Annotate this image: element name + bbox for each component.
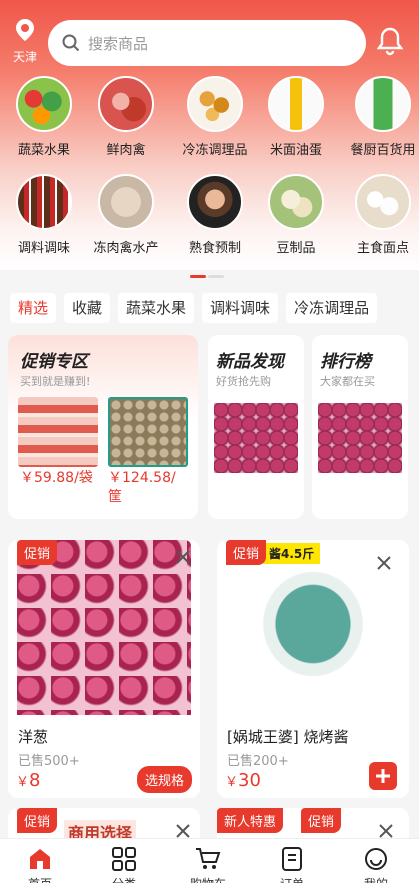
tofu-icon — [268, 174, 324, 230]
onion-image — [318, 403, 402, 473]
search-placeholder: 搜索商品 — [88, 34, 149, 53]
rice-oil-icon — [268, 76, 324, 132]
nav-cart[interactable]: 购物车 — [168, 847, 248, 883]
chip-frozen-food[interactable]: 冷冻调理品 — [286, 293, 378, 323]
new-items-subtitle: 好货抢先购 — [216, 375, 271, 388]
pork-belly-image[interactable] — [18, 397, 98, 467]
ranking-card[interactable]: 排行榜 大家都在买 — [312, 335, 408, 519]
category-rice-oil[interactable]: 米面油蛋 — [246, 76, 346, 158]
location-selector[interactable]: 天津 — [8, 18, 42, 65]
promo-price-1: ￥59.88/袋 — [20, 470, 93, 486]
smile-icon — [365, 848, 387, 870]
chip-vegetables-fruits[interactable]: 蔬菜水果 — [118, 293, 195, 323]
page-indicator — [190, 275, 226, 279]
promo-tag: 促销 — [226, 540, 267, 565]
nav-category[interactable]: 分类 — [84, 847, 164, 883]
chip-featured[interactable]: 精选 — [10, 293, 57, 323]
product-name: 洋葱 — [18, 728, 49, 746]
bell-icon[interactable] — [377, 26, 403, 56]
frozen-food-icon — [187, 76, 243, 132]
category-frozen-meat[interactable]: 冻肉禽水产 — [76, 174, 176, 256]
close-icon[interactable] — [174, 548, 192, 566]
vegetables-fruits-icon — [16, 76, 72, 132]
nav-orders[interactable]: 订单 — [252, 847, 332, 883]
product-name: [娲城王婆] 烧烤酱 — [227, 728, 349, 746]
chip-seasoning[interactable]: 调料调味 — [202, 293, 279, 323]
weight-banner: 酱4.5斤 — [263, 543, 321, 564]
category-fresh-meat[interactable]: 鲜肉禽 — [76, 76, 176, 158]
promo-tag: 促销 — [17, 808, 58, 833]
close-icon[interactable] — [377, 822, 395, 840]
close-icon[interactable] — [174, 822, 192, 840]
kitchen-goods-icon — [355, 76, 411, 132]
chip-favorites[interactable]: 收藏 — [64, 293, 111, 323]
promo-subtitle: 买到就是赚到! — [20, 375, 91, 388]
new-items-card[interactable]: 新品发现 好货抢先购 — [208, 335, 304, 519]
onion-product-image[interactable] — [17, 540, 191, 715]
new-user-tag: 新人特惠 — [217, 808, 284, 833]
sold-count: 已售500+ — [18, 754, 80, 769]
promo-tag: 促销 — [17, 540, 58, 565]
promo-price-2: ￥124.58/筐 — [108, 470, 176, 505]
add-to-cart-icon[interactable] — [369, 762, 397, 790]
ranking-title: 排行榜 — [320, 352, 371, 372]
location-pin-icon — [16, 19, 34, 41]
filter-chips: 精选 收藏 蔬菜水果 调料调味 冷冻调理品 — [10, 293, 419, 323]
seasoning-icon — [16, 174, 72, 230]
product-price: ￥30 — [225, 770, 261, 791]
bbq-sauce-product-image[interactable] — [226, 540, 400, 715]
frozen-meat-icon — [98, 174, 154, 230]
category-staple-food[interactable]: 主食面点 — [333, 174, 419, 256]
search-icon — [62, 34, 80, 52]
new-items-title: 新品发现 — [216, 352, 284, 372]
close-icon[interactable] — [375, 554, 393, 572]
sold-count: 已售200+ — [227, 754, 289, 769]
onion-image — [214, 403, 298, 473]
promo-section-card[interactable]: 促销专区 买到就是赚到! ￥59.88/袋 ￥124.58/筐 — [8, 335, 198, 519]
promo-tag: 促销 — [301, 808, 342, 833]
product-card[interactable]: 促销 洋葱 已售500+ ￥8 选规格 — [8, 540, 200, 798]
staple-food-icon — [355, 174, 411, 230]
cooked-food-icon — [187, 174, 243, 230]
bottom-nav: 首页 分类 购物车 订单 我的 — [0, 838, 419, 883]
select-spec-button[interactable]: 选规格 — [136, 766, 192, 793]
cart-icon — [196, 848, 221, 869]
fresh-meat-icon — [98, 76, 154, 132]
category-tofu[interactable]: 豆制品 — [246, 174, 346, 256]
category-kitchen-goods[interactable]: 餐厨百货用 — [333, 76, 419, 158]
city-label: 天津 — [12, 50, 37, 64]
orders-icon — [282, 847, 302, 871]
potatoes-image[interactable] — [108, 397, 188, 467]
promo-title: 促销专区 — [20, 352, 88, 372]
grid-icon — [112, 847, 136, 871]
nav-home[interactable]: 首页 — [0, 847, 80, 883]
product-card[interactable]: 促销 酱4.5斤 [娲城王婆] 烧烤酱 已售200+ ￥30 — [217, 540, 409, 798]
nav-profile[interactable]: 我的 — [336, 847, 416, 883]
product-price: ￥8 — [16, 770, 41, 791]
search-input[interactable]: 搜索商品 — [48, 20, 366, 66]
ranking-subtitle: 大家都在买 — [320, 375, 375, 388]
home-icon — [30, 849, 50, 869]
